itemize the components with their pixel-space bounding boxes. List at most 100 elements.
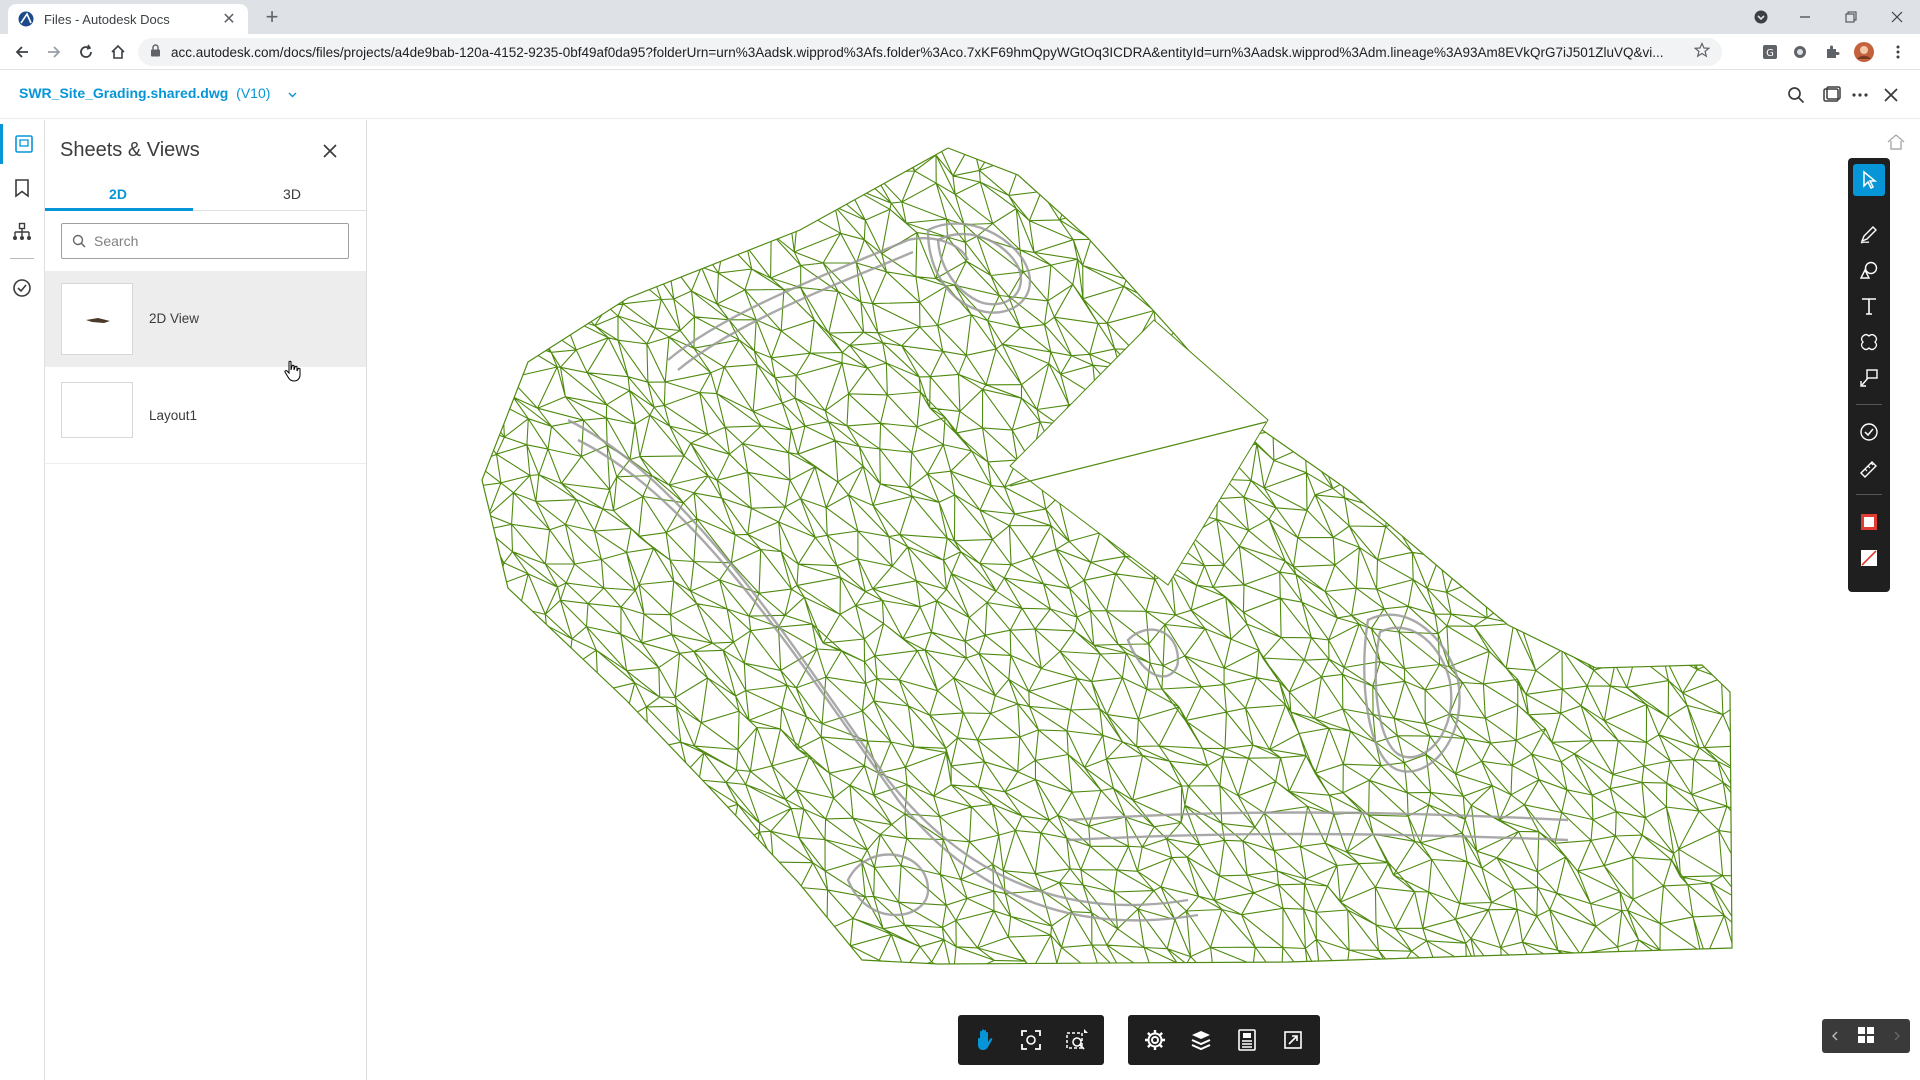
- measure-tool-button[interactable]: [1853, 452, 1885, 484]
- navigation-toolbar: [958, 1015, 1104, 1065]
- stamp-icon: [1860, 423, 1878, 441]
- thumbnail-layout1: [61, 382, 133, 438]
- grid-view-icon[interactable]: [1857, 1026, 1875, 1047]
- compare-icon[interactable]: [1820, 83, 1844, 107]
- bookmark-icon: [15, 179, 29, 198]
- freehand-tool-button[interactable]: [1853, 218, 1885, 250]
- list-item-label: Layout1: [149, 408, 198, 423]
- layers-button[interactable]: [1178, 1019, 1224, 1061]
- new-tab-icon[interactable]: +: [260, 6, 284, 28]
- back-icon[interactable]: [10, 40, 34, 64]
- profile-menu-icon[interactable]: [1738, 0, 1784, 34]
- list-item-layout1[interactable]: Layout1: [45, 368, 366, 464]
- fullscreen-button[interactable]: [1270, 1019, 1316, 1061]
- search-icon: [72, 234, 86, 248]
- stroke-color-button[interactable]: [1853, 506, 1885, 538]
- sheet-pager: [1822, 1019, 1910, 1053]
- fit-to-view-button[interactable]: [1008, 1019, 1054, 1061]
- autodesk-favicon-icon: [18, 11, 34, 27]
- file-version: (V10): [236, 85, 271, 101]
- svg-text:G: G: [1766, 48, 1774, 59]
- toolbar-divider: [1856, 494, 1882, 495]
- user-avatar-icon[interactable]: [1854, 42, 1874, 62]
- home-icon[interactable]: [106, 40, 130, 64]
- list-item-label: 2D View: [149, 311, 200, 326]
- select-icon: [1863, 170, 1878, 190]
- drawing-canvas[interactable]: [368, 120, 1920, 1080]
- fill-color-button[interactable]: [1853, 542, 1885, 574]
- minimize-icon[interactable]: [1782, 0, 1828, 34]
- panel-tabs: 2D 3D: [45, 178, 366, 211]
- extensions-puzzle-icon[interactable]: [1822, 42, 1842, 62]
- shape-icon: [1859, 261, 1878, 279]
- measure-icon: [1860, 461, 1877, 478]
- properties-icon: [1238, 1029, 1256, 1051]
- toolbar-divider: [1856, 404, 1882, 405]
- cloud-tool-button[interactable]: [1853, 326, 1885, 358]
- text-icon: [1862, 298, 1876, 315]
- list-item-2d-view[interactable]: 2D View: [45, 271, 366, 367]
- grading-contour-line: [667, 237, 970, 361]
- zoom-window-button[interactable]: [1054, 1019, 1100, 1061]
- settings-button[interactable]: [1132, 1019, 1178, 1061]
- file-name: SWR_Site_Grading.shared.dwg: [19, 85, 229, 101]
- rail-model-tree-button[interactable]: [0, 212, 44, 252]
- issues-icon: [13, 279, 31, 297]
- close-viewer-icon[interactable]: [1879, 83, 1903, 107]
- search-icon[interactable]: [1784, 83, 1808, 107]
- viewer-header: SWR_Site_Grading.shared.dwg (V10): [0, 71, 1920, 119]
- window-close-icon[interactable]: [1874, 0, 1920, 34]
- panel-close-icon[interactable]: [317, 138, 343, 164]
- tab-2d[interactable]: 2D: [45, 186, 191, 202]
- properties-button[interactable]: [1224, 1019, 1270, 1061]
- cloud-icon: [1860, 333, 1878, 351]
- browser-menu-icon[interactable]: [1888, 42, 1908, 62]
- reload-icon[interactable]: [74, 40, 98, 64]
- grammarly-extension-icon[interactable]: G: [1760, 42, 1780, 62]
- browser-tab-title: Files - Autodesk Docs: [44, 11, 170, 27]
- pan-tool-button[interactable]: [962, 1019, 1008, 1061]
- grading-contour-line: [1067, 832, 1569, 842]
- search-box[interactable]: [61, 223, 349, 259]
- tin-mesh: [482, 148, 1732, 964]
- rail-issues-button[interactable]: [0, 268, 44, 308]
- active-tab-indicator: [45, 208, 193, 211]
- tab-close-icon[interactable]: ✕: [220, 9, 238, 29]
- rail-bookmarks-button[interactable]: [0, 168, 44, 208]
- fit-to-view-icon: [1021, 1030, 1041, 1050]
- select-tool-button[interactable]: [1853, 164, 1885, 196]
- search-input[interactable]: [94, 233, 334, 249]
- fullscreen-icon: [1284, 1031, 1302, 1049]
- site-grading-drawing: [481, 147, 1733, 965]
- sheets-icon: [14, 135, 33, 153]
- callout-icon: [1860, 369, 1878, 387]
- forward-icon[interactable]: [42, 40, 66, 64]
- text-tool-button[interactable]: [1853, 290, 1885, 322]
- zoom-window-icon: [1066, 1029, 1088, 1050]
- browser-tab-bar: Files - Autodesk Docs ✕ +: [0, 0, 1920, 34]
- chevron-left-icon[interactable]: [1831, 1028, 1839, 1044]
- lock-icon: [150, 44, 161, 60]
- file-title-dropdown[interactable]: SWR_Site_Grading.shared.dwg (V10): [19, 85, 297, 101]
- model-tree-icon: [13, 222, 31, 240]
- markup-toolbar: [1848, 158, 1890, 592]
- stamp-tool-button[interactable]: [1853, 416, 1885, 448]
- callout-tool-button[interactable]: [1853, 362, 1885, 394]
- address-bar[interactable]: acc.autodesk.com/docs/files/projects/a4d…: [138, 38, 1722, 66]
- chevron-right-icon[interactable]: [1893, 1028, 1901, 1044]
- view-cube-home-icon[interactable]: [1884, 130, 1908, 154]
- extension-circle-icon[interactable]: [1790, 42, 1810, 62]
- more-options-icon[interactable]: [1848, 83, 1872, 107]
- restore-icon[interactable]: [1828, 0, 1874, 34]
- panel-title: Sheets & Views: [60, 139, 200, 161]
- rail-sheets-button[interactable]: [0, 124, 44, 164]
- shape-tool-button[interactable]: [1853, 254, 1885, 286]
- browser-tab[interactable]: Files - Autodesk Docs ✕: [8, 4, 248, 34]
- layers-icon: [1191, 1031, 1211, 1051]
- bookmark-star-icon[interactable]: [1693, 41, 1711, 63]
- browser-toolbar: acc.autodesk.com/docs/files/projects/a4d…: [0, 34, 1920, 70]
- settings-icon: [1145, 1030, 1165, 1050]
- tab-3d[interactable]: 3D: [219, 186, 365, 202]
- rail-divider: [10, 258, 34, 259]
- stroke-color-icon: [1861, 514, 1877, 530]
